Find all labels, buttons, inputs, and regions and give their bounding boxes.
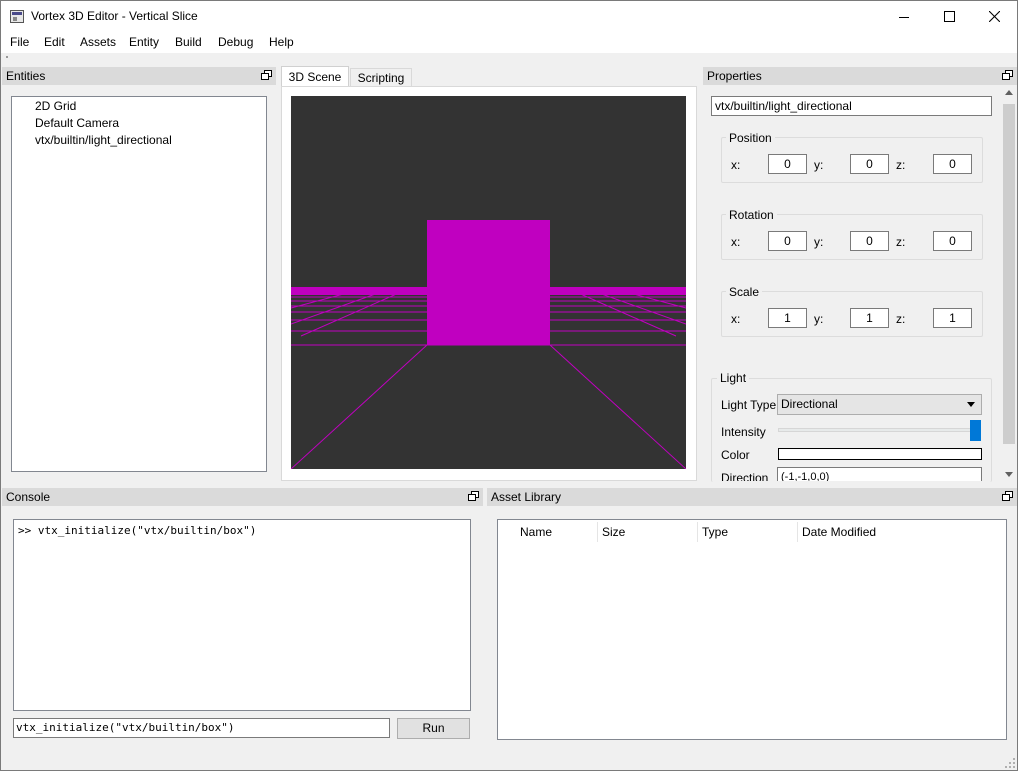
position-y-field[interactable]: 0 — [850, 154, 889, 174]
direction-row-clip: Direction (-1,-1,0,0) — [701, 467, 993, 481]
window-title: Vortex 3D Editor - Vertical Slice — [31, 9, 198, 23]
entity-item[interactable]: Default Camera — [35, 116, 119, 130]
column-header-date-modified[interactable]: Date Modified — [798, 522, 978, 542]
y-label: y: — [814, 235, 824, 249]
resize-grip-icon[interactable] — [1005, 758, 1015, 768]
intensity-label: Intensity — [721, 425, 766, 439]
entities-panel-title: Entities — [6, 69, 46, 83]
intensity-slider-thumb[interactable] — [970, 420, 981, 441]
column-header-size[interactable]: Size — [598, 522, 698, 542]
color-label: Color — [721, 448, 750, 462]
scroll-thumb[interactable] — [1003, 104, 1015, 444]
console-panel-header: Console — [2, 488, 483, 506]
minimize-icon — [899, 16, 909, 18]
box-mesh — [427, 220, 550, 345]
asset-library-title: Asset Library — [491, 490, 562, 504]
rotation-y-field[interactable]: 0 — [850, 231, 889, 251]
menu-help[interactable]: Help — [269, 35, 294, 49]
chevron-down-icon — [967, 402, 975, 407]
menu-edit[interactable]: Edit — [44, 35, 65, 49]
menu-bar: File Edit Assets Entity Build Debug Help — [1, 32, 1017, 53]
position-x-field[interactable]: 0 — [768, 154, 807, 174]
entities-panel-header: Entities — [2, 67, 276, 85]
column-header-name[interactable]: Name — [516, 522, 598, 542]
properties-panel-header: Properties — [703, 67, 1017, 85]
run-button[interactable]: Run — [397, 718, 470, 739]
maximize-button[interactable] — [926, 1, 972, 32]
light-type-select[interactable]: Directional — [777, 394, 982, 415]
scale-y-field[interactable]: 1 — [850, 308, 889, 328]
y-label: y: — [814, 312, 824, 326]
z-label: z: — [896, 158, 906, 172]
tab-scripting[interactable]: Scripting — [350, 68, 412, 87]
scene-render — [291, 220, 686, 469]
light-type-label: Light Type — [721, 398, 777, 412]
console-output[interactable]: >> vtx_initialize("vtx/builtin/box") — [13, 519, 471, 711]
properties-scrollbar[interactable] — [1001, 86, 1017, 481]
menu-build[interactable]: Build — [175, 35, 202, 49]
console-panel-title: Console — [6, 490, 51, 504]
intensity-slider-track[interactable] — [778, 428, 981, 432]
z-label: z: — [896, 235, 906, 249]
undock-icon[interactable] — [468, 491, 479, 502]
title-bar[interactable]: Vortex 3D Editor - Vertical Slice — [1, 1, 1017, 32]
undock-icon[interactable] — [1002, 491, 1013, 502]
3d-viewport[interactable] — [291, 96, 686, 469]
column-header-type[interactable]: Type — [698, 522, 798, 542]
asset-library-header: Asset Library — [487, 488, 1017, 506]
menu-entity[interactable]: Entity — [129, 35, 159, 49]
minimize-button[interactable] — [881, 1, 927, 32]
tab-3d-scene[interactable]: 3D Scene — [281, 66, 349, 87]
maximize-icon — [943, 11, 955, 22]
menu-file[interactable]: File — [10, 35, 29, 49]
menu-debug[interactable]: Debug — [218, 35, 253, 49]
properties-panel-title: Properties — [707, 69, 762, 83]
app-icon — [10, 10, 24, 23]
undock-icon[interactable] — [1002, 70, 1013, 81]
scale-z-field[interactable]: 1 — [933, 308, 972, 328]
entity-item[interactable]: 2D Grid — [35, 99, 76, 113]
close-icon — [988, 11, 1000, 22]
menu-assets[interactable]: Assets — [80, 35, 116, 49]
asset-list[interactable] — [497, 519, 1007, 740]
rotation-label: Rotation — [726, 208, 777, 222]
editor-window: Vortex 3D Editor - Vertical Slice File E… — [0, 0, 1018, 771]
undock-icon[interactable] — [261, 70, 272, 81]
toolbar-grip — [6, 56, 8, 58]
light-label: Light — [717, 371, 750, 385]
scale-label: Scale — [726, 285, 763, 299]
tab-label: 3D Scene — [288, 70, 342, 84]
entity-name-field[interactable]: vtx/builtin/light_directional — [711, 96, 992, 116]
position-label: Position — [726, 131, 775, 145]
light-type-value: Directional — [781, 397, 838, 411]
console-input[interactable]: vtx_initialize("vtx/builtin/box") — [13, 718, 390, 738]
rotation-x-field[interactable]: 0 — [768, 231, 807, 251]
scroll-down-icon — [1005, 472, 1013, 477]
x-label: x: — [731, 235, 741, 249]
scroll-up-icon — [1005, 90, 1013, 95]
entity-item[interactable]: vtx/builtin/light_directional — [35, 133, 172, 147]
entity-tree[interactable]: 2D Grid Default Camera vtx/builtin/light… — [11, 96, 267, 472]
close-button[interactable] — [971, 1, 1017, 32]
scale-x-field[interactable]: 1 — [768, 308, 807, 328]
position-z-field[interactable]: 0 — [933, 154, 972, 174]
rotation-z-field[interactable]: 0 — [933, 231, 972, 251]
direction-label: Direction — [721, 471, 769, 481]
x-label: x: — [731, 312, 741, 326]
z-label: z: — [896, 312, 906, 326]
x-label: x: — [731, 158, 741, 172]
direction-field[interactable]: (-1,-1,0,0) — [777, 467, 982, 481]
tab-label: Scripting — [357, 71, 405, 85]
y-label: y: — [814, 158, 824, 172]
console-output-line: >> vtx_initialize("vtx/builtin/box") — [18, 524, 257, 537]
color-swatch[interactable] — [778, 448, 982, 460]
